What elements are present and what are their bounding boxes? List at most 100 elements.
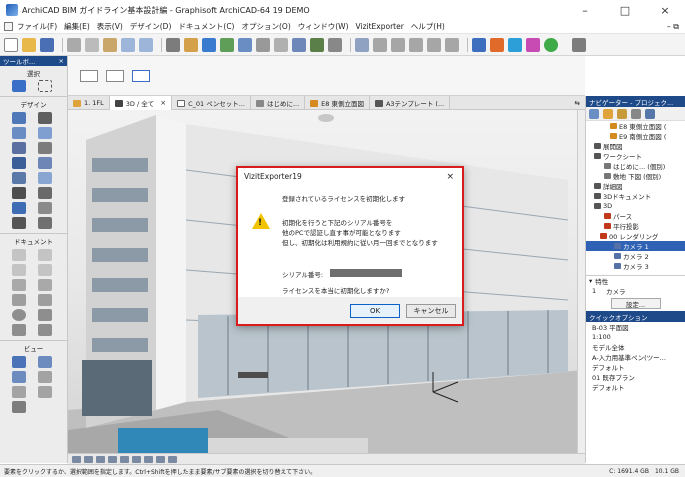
snap-icon[interactable] [373, 37, 387, 52]
tab-3d-all[interactable]: 3D / 全て × [109, 96, 173, 110]
undo-icon[interactable] [121, 37, 135, 52]
panel-icon[interactable] [572, 37, 586, 52]
beam-tool-icon[interactable] [12, 127, 26, 139]
layout-book-icon[interactable] [617, 108, 627, 119]
surface-icon[interactable] [274, 37, 288, 52]
menu-vizitexporter[interactable]: VizitExporter [356, 22, 404, 31]
menu-file[interactable]: ファイル(F) [17, 21, 57, 32]
slab-tool-icon[interactable] [38, 127, 52, 139]
tree-item[interactable]: 3D [586, 201, 685, 211]
lamp-tool-icon[interactable] [12, 217, 26, 229]
rectangle-marquee-icon[interactable] [132, 69, 150, 82]
object-tool-icon[interactable] [12, 202, 26, 214]
previous-zoom-icon[interactable] [108, 455, 117, 463]
menu-window[interactable]: ウィンドウ(W) [298, 21, 349, 32]
3d-window-icon[interactable] [445, 37, 459, 52]
document-window-controls[interactable]: – ⧉ [667, 22, 679, 32]
trace-icon[interactable] [409, 37, 423, 52]
tab-a3-template[interactable]: A3テンプレート (... [370, 96, 451, 110]
pointer-icon[interactable] [158, 70, 176, 82]
dimension-tool-icon[interactable] [12, 249, 26, 261]
railing-tool-icon[interactable] [38, 142, 52, 154]
qo-model-view[interactable]: モデル全体 [586, 342, 685, 352]
menu-options[interactable]: オプション(O) [241, 21, 290, 32]
qo-default[interactable]: デフォルト [586, 382, 685, 392]
detail-tool-icon[interactable] [12, 386, 26, 398]
selection-method-icon[interactable] [106, 69, 124, 82]
camera-tool-icon[interactable] [12, 401, 26, 413]
save-icon[interactable] [40, 37, 54, 52]
tree-item[interactable]: カメラ 1 [586, 241, 685, 251]
door-tool-icon[interactable] [12, 187, 26, 199]
ok-button[interactable]: OK [350, 303, 400, 318]
brush-icon[interactable] [202, 37, 216, 52]
tree-item[interactable]: 敷地 下図 (個別) [586, 171, 685, 181]
zoom-in-icon[interactable] [72, 455, 81, 463]
marquee-icon[interactable] [427, 37, 441, 52]
dialog-close-button[interactable]: × [446, 172, 454, 182]
camera-field[interactable]: 1 カメラ [586, 286, 685, 296]
menu-help[interactable]: ヘルプ(H) [411, 21, 445, 32]
change-tool-icon[interactable] [38, 386, 52, 398]
tree-item[interactable]: E8 東側立面図 ( [586, 121, 685, 131]
menu-view[interactable]: 表示(V) [97, 21, 123, 32]
project-map-icon[interactable] [589, 108, 599, 119]
worksheet-tool-icon[interactable] [38, 371, 52, 383]
qo-renovation[interactable]: 01 既存プラン [586, 372, 685, 382]
open-folder-icon[interactable] [22, 37, 36, 52]
qo-layer-combo[interactable]: B-03 平面図 [586, 322, 685, 332]
settings-button[interactable]: 設定... [610, 298, 661, 309]
tab-overflow-button[interactable]: ⇆ [570, 96, 585, 110]
morph-tool-icon[interactable] [38, 217, 52, 229]
menu-design[interactable]: デザイン(D) [130, 21, 172, 32]
vertical-scrollbar[interactable] [577, 110, 585, 453]
menu-document[interactable]: ドキュメント(C) [178, 21, 234, 32]
curtain-wall-tool-icon[interactable] [38, 172, 52, 184]
ruler-icon[interactable] [328, 37, 342, 52]
tab-penset[interactable]: C_01 ペンセット... [172, 96, 251, 110]
hotspot-tool-icon[interactable] [38, 324, 52, 336]
paste-icon[interactable] [103, 37, 117, 52]
pan-icon[interactable] [156, 455, 165, 463]
profile-icon[interactable] [292, 37, 306, 52]
close-button[interactable]: × [645, 0, 685, 20]
copy-icon[interactable] [85, 37, 99, 52]
pen-icon[interactable] [166, 37, 180, 52]
maximize-button[interactable]: □ [605, 0, 645, 20]
cut-icon[interactable] [67, 37, 81, 52]
grid-icon[interactable] [355, 37, 369, 52]
tree-item[interactable]: 平行投影 [586, 221, 685, 231]
shell-tool-icon[interactable] [38, 157, 52, 169]
expand-icon[interactable]: ▾ [589, 277, 592, 285]
render-icon[interactable] [490, 37, 504, 52]
tab-east-elevation[interactable]: E8 東側立面図 [305, 96, 370, 110]
magenta-icon[interactable] [526, 37, 540, 52]
tree-item[interactable]: カメラ 3 [586, 261, 685, 271]
roof-tool-icon[interactable] [12, 157, 26, 169]
tree-item[interactable]: 3Dドキュメント [586, 191, 685, 201]
tab-close-icon[interactable]: × [160, 99, 166, 107]
zoom-options-icon[interactable] [168, 455, 177, 463]
tree-item[interactable]: はじめに... (個別) [586, 161, 685, 171]
menu-edit[interactable]: 編集(E) [64, 21, 90, 32]
arrow-tool-icon[interactable] [12, 80, 26, 92]
qo-scale[interactable]: 1:100 [586, 332, 685, 342]
line-type-icon[interactable] [238, 37, 252, 52]
publisher-icon[interactable] [631, 108, 641, 119]
tree-item[interactable]: 展開図 [586, 141, 685, 151]
tree-item[interactable]: E9 南側立面図 ( [586, 131, 685, 141]
elevation-tool-icon[interactable] [38, 356, 52, 368]
tree-item[interactable]: 00 レンダリング [586, 231, 685, 241]
tab-intro[interactable]: はじめに... [251, 96, 306, 110]
wall-tool-icon[interactable] [12, 112, 26, 124]
teamwork-icon[interactable] [472, 37, 486, 52]
section-tool-icon[interactable] [12, 356, 26, 368]
redo-icon[interactable] [139, 37, 153, 52]
tab-1fl[interactable]: 1. 1FL [68, 96, 110, 110]
dimension-icon[interactable] [310, 37, 324, 52]
text-tool-icon[interactable] [12, 279, 26, 291]
qo-pen-set[interactable]: A-入力用基準ペン(ツー... [586, 352, 685, 362]
fill-tool-icon[interactable] [12, 294, 26, 306]
new-file-icon[interactable] [4, 37, 18, 52]
angle-dimension-tool-icon[interactable] [38, 264, 52, 276]
